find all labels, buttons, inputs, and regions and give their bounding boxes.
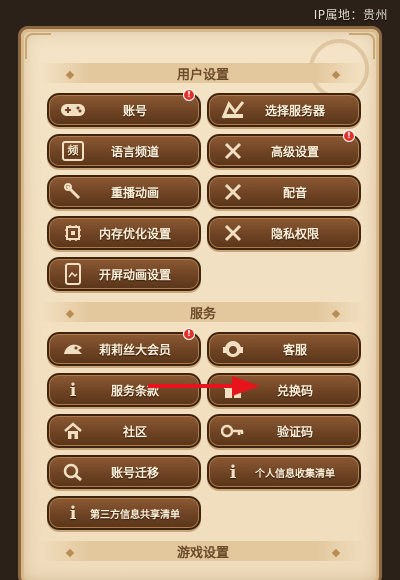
account-migration-button[interactable]: 账号迁移 <box>47 455 201 489</box>
creature-icon <box>59 336 87 362</box>
language-channel-label: 语言频道 <box>110 144 159 159</box>
panel-corner-ornament <box>25 33 51 59</box>
section-title: 服务 <box>189 306 216 322</box>
memory-optimization-label: 内存优化设置 <box>98 226 171 241</box>
vip-member-button[interactable]: 莉莉丝大会员 ! <box>47 328 201 366</box>
wrench-icon <box>59 179 87 205</box>
customer-service-button[interactable]: 客服 <box>207 332 361 366</box>
section-header-game-settings: 游戏设置 <box>41 541 365 561</box>
language-channel-button[interactable]: 频 语言频道 <box>47 134 201 168</box>
headset-icon <box>219 336 247 362</box>
notification-badge: ! <box>183 328 195 340</box>
language-glyph: 频 <box>62 141 84 161</box>
section-header-user-settings: 用户设置 <box>41 63 365 83</box>
third-party-list-label: 第三方信息共享清单 <box>90 509 180 521</box>
advanced-settings-label: 高级设置 <box>270 144 319 159</box>
section-header-services: 服务 <box>41 302 365 322</box>
arrow-shaft <box>148 384 234 388</box>
tools-icon <box>219 138 247 164</box>
info-glyph: i <box>229 461 237 483</box>
info-glyph: i <box>69 502 77 524</box>
customer-service-label: 客服 <box>282 342 307 357</box>
privacy-permissions-label: 隐私权限 <box>270 226 319 241</box>
info-icon: i <box>59 500 87 526</box>
info-icon: i <box>59 377 87 403</box>
phone-image-icon <box>59 261 87 287</box>
chip-icon <box>59 220 87 246</box>
account-button[interactable]: 账号 ! <box>47 89 201 127</box>
dubbing-label: 配音 <box>282 185 307 200</box>
splash-animation-label: 开屏动画设置 <box>98 267 171 282</box>
account-label: 账号 <box>122 103 147 118</box>
ip-location-label: IP属地：贵州 <box>313 8 388 22</box>
community-button[interactable]: 社区 <box>47 414 201 448</box>
community-label: 社区 <box>122 424 147 439</box>
select-server-label: 选择服务器 <box>264 103 325 118</box>
section-title: 用户设置 <box>176 67 229 83</box>
server-map-icon <box>219 97 247 123</box>
advanced-settings-button[interactable]: 高级设置 ! <box>207 130 361 168</box>
home-icon <box>59 418 87 444</box>
notification-badge: ! <box>343 130 355 142</box>
tools-icon <box>219 220 247 246</box>
select-server-button[interactable]: 选择服务器 <box>207 93 361 127</box>
key-icon <box>219 418 247 444</box>
info-icon: i <box>219 459 247 485</box>
memory-optimization-button[interactable]: 内存优化设置 <box>47 216 201 250</box>
splash-animation-button[interactable]: 开屏动画设置 <box>47 257 201 291</box>
personal-info-list-button[interactable]: i 个人信息收集清单 <box>207 455 361 489</box>
account-migration-label: 账号迁移 <box>110 465 159 480</box>
section-title: 游戏设置 <box>176 545 229 561</box>
replay-animation-button[interactable]: 重播动画 <box>47 175 201 209</box>
third-party-list-button[interactable]: i 第三方信息共享清单 <box>47 496 201 530</box>
verification-code-button[interactable]: 验证码 <box>207 414 361 448</box>
annotation-arrow-icon <box>148 376 260 396</box>
verification-code-label: 验证码 <box>276 424 313 439</box>
gamepad-icon <box>59 97 87 123</box>
vip-member-label: 莉莉丝大会员 <box>98 342 171 357</box>
language-icon: 频 <box>59 138 87 164</box>
migration-icon <box>59 459 87 485</box>
dubbing-button[interactable]: 配音 <box>207 175 361 209</box>
settings-panel: 用户设置 账号 ! 选择服务器 频 语言频道 高级设置 ! 重播动画 配音 内存… <box>18 26 382 580</box>
privacy-permissions-button[interactable]: 隐私权限 <box>207 216 361 250</box>
tools-icon <box>219 179 247 205</box>
info-glyph: i <box>69 379 77 401</box>
personal-info-list-label: 个人信息收集清单 <box>255 468 335 480</box>
notification-badge: ! <box>183 89 195 101</box>
replay-animation-label: 重播动画 <box>110 185 159 200</box>
redeem-code-label: 兑换码 <box>276 383 313 398</box>
arrow-head <box>232 376 260 396</box>
